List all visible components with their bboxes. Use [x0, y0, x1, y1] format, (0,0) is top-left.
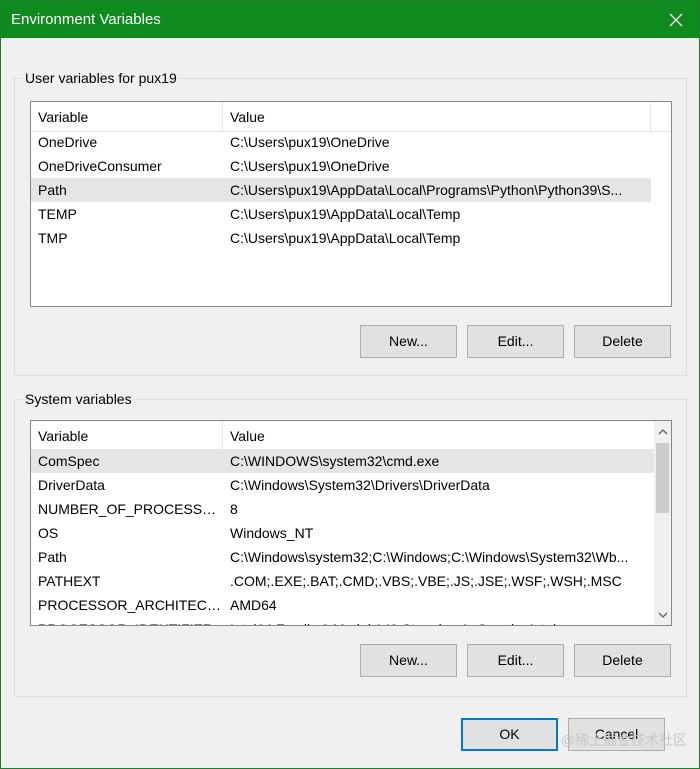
system-variables-label: System variables [22, 391, 135, 407]
system-delete-button[interactable]: Delete [574, 644, 671, 677]
scroll-up-button[interactable] [654, 423, 671, 440]
value-cell: .COM;.EXE;.BAT;.CMD;.VBS;.VBE;.JS;.JSE;.… [230, 573, 622, 589]
user-delete-button[interactable]: Delete [574, 325, 671, 358]
window-title: Environment Variables [11, 11, 161, 28]
variable-cell: OS [38, 525, 59, 541]
value-cell: C:\Users\pux19\OneDrive [230, 158, 390, 174]
scroll-down-button[interactable] [654, 606, 671, 623]
value-cell: C:\WINDOWS\system32\cmd.exe [230, 453, 440, 469]
value-cell: C:\Users\pux19\AppData\Local\Temp [230, 206, 461, 222]
column-header-value[interactable]: Value [223, 421, 654, 451]
value-cell: AMD64 [230, 597, 277, 613]
variable-cell: DriverData [38, 477, 105, 493]
column-header-value[interactable]: Value [223, 102, 651, 132]
value-cell: Intel64 Family 6 Model 140 Stepping 1, G… [223, 617, 648, 625]
value-cell: C:\Windows\System32\Drivers\DriverData [230, 477, 490, 493]
title-bar[interactable]: Environment Variables [1, 1, 699, 38]
variable-cell: OneDriveConsumer [38, 158, 162, 174]
user-variables-list[interactable]: Variable Value OneDrive C:\Users\pux19\O… [30, 101, 672, 307]
scroll-thumb[interactable] [656, 443, 669, 513]
table-row-selected[interactable]: Path C:\Users\pux19\AppData\Local\Progra… [31, 178, 651, 202]
variable-cell: Path [38, 549, 67, 565]
table-row[interactable]: OneDriveConsumer C:\Users\pux19\OneDrive [31, 154, 651, 178]
table-row[interactable]: TMP C:\Users\pux19\AppData\Local\Temp [31, 226, 651, 250]
table-row[interactable]: TEMP C:\Users\pux19\AppData\Local\Temp [31, 202, 651, 226]
column-header-variable[interactable]: Variable [31, 421, 223, 451]
variable-cell: ComSpec [38, 453, 100, 469]
value-cell: C:\Users\pux19\OneDrive [230, 134, 390, 150]
table-row[interactable]: DriverData C:\Windows\System32\Drivers\D… [31, 473, 654, 497]
user-new-button[interactable]: New... [360, 325, 457, 358]
environment-variables-dialog: Environment Variables User variables for… [0, 0, 700, 769]
table-row[interactable]: OneDrive C:\Users\pux19\OneDrive [31, 130, 651, 154]
variable-cell: TEMP [38, 206, 77, 222]
value-cell: C:\Users\pux19\AppData\Local\Temp [230, 230, 461, 246]
watermark-text: @稀土掘金技术社区 [560, 732, 687, 748]
table-row[interactable]: PROCESSOR_IDENTIFIER Intel64 Family 6 Mo… [31, 617, 654, 625]
table-row[interactable]: OS Windows_NT [31, 521, 654, 545]
system-variables-list[interactable]: Variable Value ComSpec C:\WINDOWS\system… [30, 420, 672, 626]
table-row[interactable]: PATHEXT .COM;.EXE;.BAT;.CMD;.VBS;.VBE;.J… [31, 569, 654, 593]
chevron-up-icon [658, 428, 667, 434]
list-header: Variable Value [31, 421, 654, 451]
ok-button[interactable]: OK [461, 718, 558, 751]
system-edit-button[interactable]: Edit... [467, 644, 564, 677]
value-cell: Windows_NT [230, 525, 314, 541]
vertical-scrollbar[interactable] [654, 421, 671, 625]
variable-cell: PROCESSOR_ARCHITECTU... [38, 597, 223, 613]
column-header-variable[interactable]: Variable [31, 102, 223, 132]
variable-cell: NUMBER_OF_PROCESSORS [38, 501, 223, 517]
variable-cell: TMP [38, 230, 68, 246]
table-row[interactable]: NUMBER_OF_PROCESSORS 8 [31, 497, 654, 521]
list-header: Variable Value [31, 102, 671, 132]
chevron-down-icon [658, 612, 667, 618]
table-row-selected[interactable]: ComSpec C:\WINDOWS\system32\cmd.exe [31, 449, 654, 473]
table-row[interactable]: Path C:\Windows\system32;C:\Windows;C:\W… [31, 545, 654, 569]
user-variables-label: User variables for pux19 [22, 70, 180, 86]
user-edit-button[interactable]: Edit... [467, 325, 564, 358]
variable-cell: PROCESSOR_IDENTIFIER [31, 617, 223, 625]
variable-cell: Path [38, 182, 67, 198]
system-new-button[interactable]: New... [360, 644, 457, 677]
table-row[interactable]: PROCESSOR_ARCHITECTU... AMD64 [31, 593, 654, 617]
close-button[interactable] [653, 1, 699, 38]
variable-cell: OneDrive [38, 134, 98, 150]
value-cell: 8 [230, 501, 238, 517]
close-icon [669, 13, 683, 26]
value-cell: C:\Users\pux19\AppData\Local\Programs\Py… [230, 182, 623, 198]
value-cell: C:\Windows\system32;C:\Windows;C:\Window… [230, 549, 629, 565]
variable-cell: PATHEXT [38, 573, 101, 589]
